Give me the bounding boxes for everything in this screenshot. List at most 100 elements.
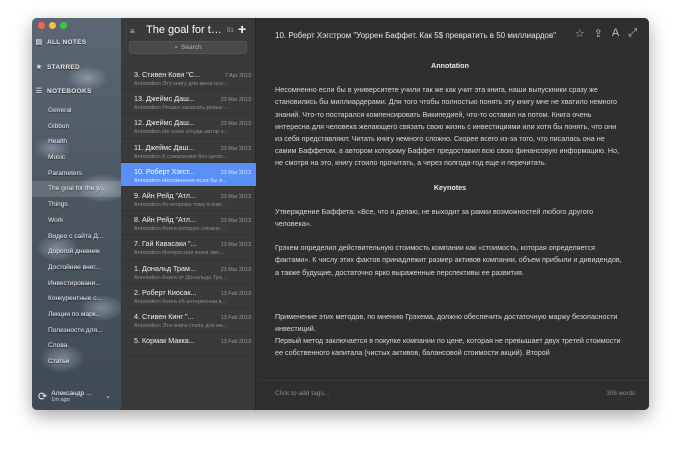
word-count: 306 words	[606, 390, 635, 397]
note-list-header: ≡ The goal for th... 51 + ⌕ Search	[121, 18, 256, 60]
note-list-item[interactable]: 1. Дональд Трам... 23 Mar 2013 Annotation …	[121, 260, 256, 284]
note-list-item[interactable]: 10. Роберт Хэгст... 23 Mar 2013 Annotation…	[121, 162, 256, 187]
note-item-title: 13. Джеймс Даш...	[134, 94, 195, 104]
sidebar-notebook-item[interactable]: Статьи	[32, 354, 121, 370]
star-icon[interactable]: ☆	[575, 27, 585, 40]
note-list-item[interactable]: 7. Гай Кавасаки "... 13 Mar 2013 Annotatio…	[121, 235, 256, 260]
note-item-title: 7. Гай Кавасаки "...	[134, 239, 197, 249]
note-item-date: 23 Mar 2013	[220, 169, 251, 176]
note-list-item[interactable]: 5. Кормак Макка... 13 Feb 2013	[121, 332, 256, 357]
sync-icon[interactable]: ⟳	[38, 390, 47, 403]
note-editor: 10. Роберт Хэгстром "Уоррен Баффет. Как …	[257, 18, 649, 410]
search-icon: ⌕	[174, 43, 179, 51]
note-item-title: 4. Стивен Кинг "...	[134, 311, 194, 321]
share-icon[interactable]: ⇪	[594, 27, 603, 40]
keynotes-heading: Keynotes	[433, 182, 467, 192]
app-window: ▤ ALL NOTES ★ STARRED ☰ NOTEBOOKS Genera…	[32, 18, 649, 410]
note-item-date: 23 Mar 2013	[220, 218, 251, 225]
annotation-paragraph: Несомненно если бы в университете учили …	[275, 85, 620, 168]
editor-footer: Click to add tags... 306 words	[257, 380, 649, 410]
starred-label: STARRED	[47, 63, 81, 71]
account-info[interactable]: Александр ... 1m ago	[51, 390, 99, 403]
note-list-item[interactable]: 12. Джеймс Даш... 23 Mar 2013 Annotation Н…	[121, 114, 256, 139]
sidebar-notebook-item[interactable]: Gibbon	[32, 119, 121, 135]
star-icon: ★	[35, 64, 43, 71]
sidebar-notebook-item[interactable]: General	[32, 103, 121, 119]
note-item-title: 10. Роберт Хэгст...	[134, 166, 195, 176]
note-item-title: 5. Кормак Макка...	[134, 336, 195, 346]
note-list-item[interactable]: 8. Айн Рейд "Атл... 23 Mar 2013 Annotation…	[121, 211, 256, 236]
notes-icon: ▤	[35, 39, 43, 46]
font-icon[interactable]: A	[612, 27, 619, 40]
sidebar-notebook-item[interactable]: Work	[32, 213, 121, 229]
note-item-snippet: Annotation Книга об интересном в...	[134, 298, 227, 305]
note-item-title: 2. Роберт Киосак...	[134, 287, 197, 297]
note-count: 51	[227, 28, 234, 34]
sidebar-notebook-item[interactable]: Parameters	[32, 166, 121, 182]
note-list-item[interactable]: 2. Роберт Киосак... 13 Feb 2013 Annotation…	[121, 284, 256, 308]
chevron-down-icon[interactable]: ⌄	[105, 392, 111, 400]
note-item-date: 13 Mar 2013	[220, 242, 251, 249]
starred-item[interactable]: ★ STARRED	[35, 63, 81, 72]
note-item-date: 23 Mar 2013	[220, 121, 251, 128]
sidebar-notebook-item[interactable]: Дорогой дневник	[32, 244, 121, 260]
notebooks-header[interactable]: ☰ NOTEBOOKS	[35, 87, 92, 96]
note-list-item[interactable]: 13. Джеймс Даш... 23 Mar 2013 Annotation Р…	[121, 90, 256, 115]
sync-time: 1m ago	[51, 396, 70, 403]
note-item-snippet: Annotation К сожалению без цитат...	[134, 153, 227, 160]
sidebar-notebook-item[interactable]: Инвестировани...	[32, 276, 121, 292]
note-item-title: 9. Айн Рейд "Атл...	[134, 190, 196, 200]
account-bar[interactable]: ⟳ Александр ... 1m ago ⌄	[32, 382, 121, 410]
note-list-item[interactable]: 9. Айн Рейд "Атл... 23 Mar 2013 Annotation…	[121, 187, 256, 212]
sidebar-notebook-item[interactable]: Слова	[32, 338, 121, 354]
note-item-title: 11. Джеймс Даш...	[134, 142, 195, 152]
keynote-paragraph: Первый метод заключается в покупке компа…	[275, 336, 621, 358]
notes-list: 3. Стивен Кови "С... 7 Apr 2013 Annotation…	[121, 66, 256, 357]
note-list-item[interactable]: 11. Джеймс Даш... 23 Mar 2013 Annotation К…	[121, 139, 256, 163]
sidebar-notebook-item[interactable]: Лекции по марк...	[32, 307, 121, 323]
sidebar-notebook-item[interactable]: Music	[32, 150, 121, 166]
sidebar-notebook-item[interactable]: Things	[32, 197, 121, 213]
close-window-button[interactable]	[38, 22, 45, 29]
sidebar-notebook-item[interactable]: Конкурентные с...	[32, 291, 121, 307]
note-item-date: 7 Apr 2013	[224, 73, 251, 79]
note-item-title: 3. Стивен Кови "С...	[134, 70, 200, 79]
note-item-snippet: Annotation Книга от Дональда Тра...	[134, 274, 227, 281]
zoom-window-button[interactable]	[60, 22, 67, 29]
note-item-title: 12. Джеймс Даш...	[134, 118, 195, 128]
menu-icon[interactable]: ≡	[130, 27, 135, 36]
note-item-date: 13 Feb 2013	[220, 290, 251, 297]
sidebar-notebook-item[interactable]: Видео с сайта Д...	[32, 229, 121, 245]
sidebar-notebook-item[interactable]: Достойние внег...	[32, 260, 121, 276]
note-item-snippet: Annotation Эта книга стала для ме...	[134, 322, 228, 329]
note-item-date: 23 Mar 2013	[220, 266, 251, 273]
search-placeholder: Search	[181, 44, 202, 51]
note-item-snippet: Annotation Интересная книга явн...	[134, 250, 224, 257]
all-notes-item[interactable]: ▤ ALL NOTES	[35, 38, 87, 47]
note-body[interactable]: Annotation Несомненно если бы в универси…	[275, 56, 625, 376]
note-item-title: 1. Дональд Трам...	[134, 263, 196, 273]
editor-toolbar: ☆ ⇪ A ⤢	[575, 27, 637, 40]
fullscreen-icon[interactable]: ⤢	[628, 27, 637, 40]
all-notes-label: ALL NOTES	[47, 38, 87, 46]
note-item-snippet: Annotation Эту книгу для меня осн...	[134, 81, 228, 87]
keynote-paragraph: Грэхем определил действительную стоимост…	[275, 243, 622, 277]
minimize-window-button[interactable]	[49, 22, 56, 29]
note-item-date: 23 Mar 2013	[220, 193, 251, 200]
add-note-button[interactable]: +	[238, 21, 246, 37]
note-title[interactable]: 10. Роберт Хэгстром "Уоррен Баффет. Как …	[275, 31, 565, 40]
sidebar-notebook-item[interactable]: Полезности для...	[32, 323, 121, 339]
sidebar-notebook-item[interactable]: The goal for the y...	[32, 181, 121, 198]
annotation-heading: Annotation	[431, 61, 469, 70]
note-item-snippet: Annotation Ко второму тому в книг...	[134, 201, 227, 208]
search-input[interactable]: ⌕ Search	[129, 41, 247, 54]
note-item-snippet: Annotation Не знаю откуда автор ч...	[134, 129, 228, 136]
note-list-item[interactable]: 4. Стивен Кинг "... 13 Feb 2013 Annotation…	[121, 308, 256, 333]
window-controls	[38, 22, 67, 29]
notebook-title: The goal for th...	[146, 24, 224, 36]
note-item-date: 13 Feb 2013	[220, 339, 251, 346]
note-item-snippet: Annotation Несомненно если бы я...	[134, 177, 227, 184]
tags-input[interactable]: Click to add tags...	[275, 390, 329, 397]
sidebar-notebook-item[interactable]: Health	[32, 134, 121, 150]
note-list-item[interactable]: 3. Стивен Кови "С... 7 Apr 2013 Annotation…	[121, 66, 256, 91]
